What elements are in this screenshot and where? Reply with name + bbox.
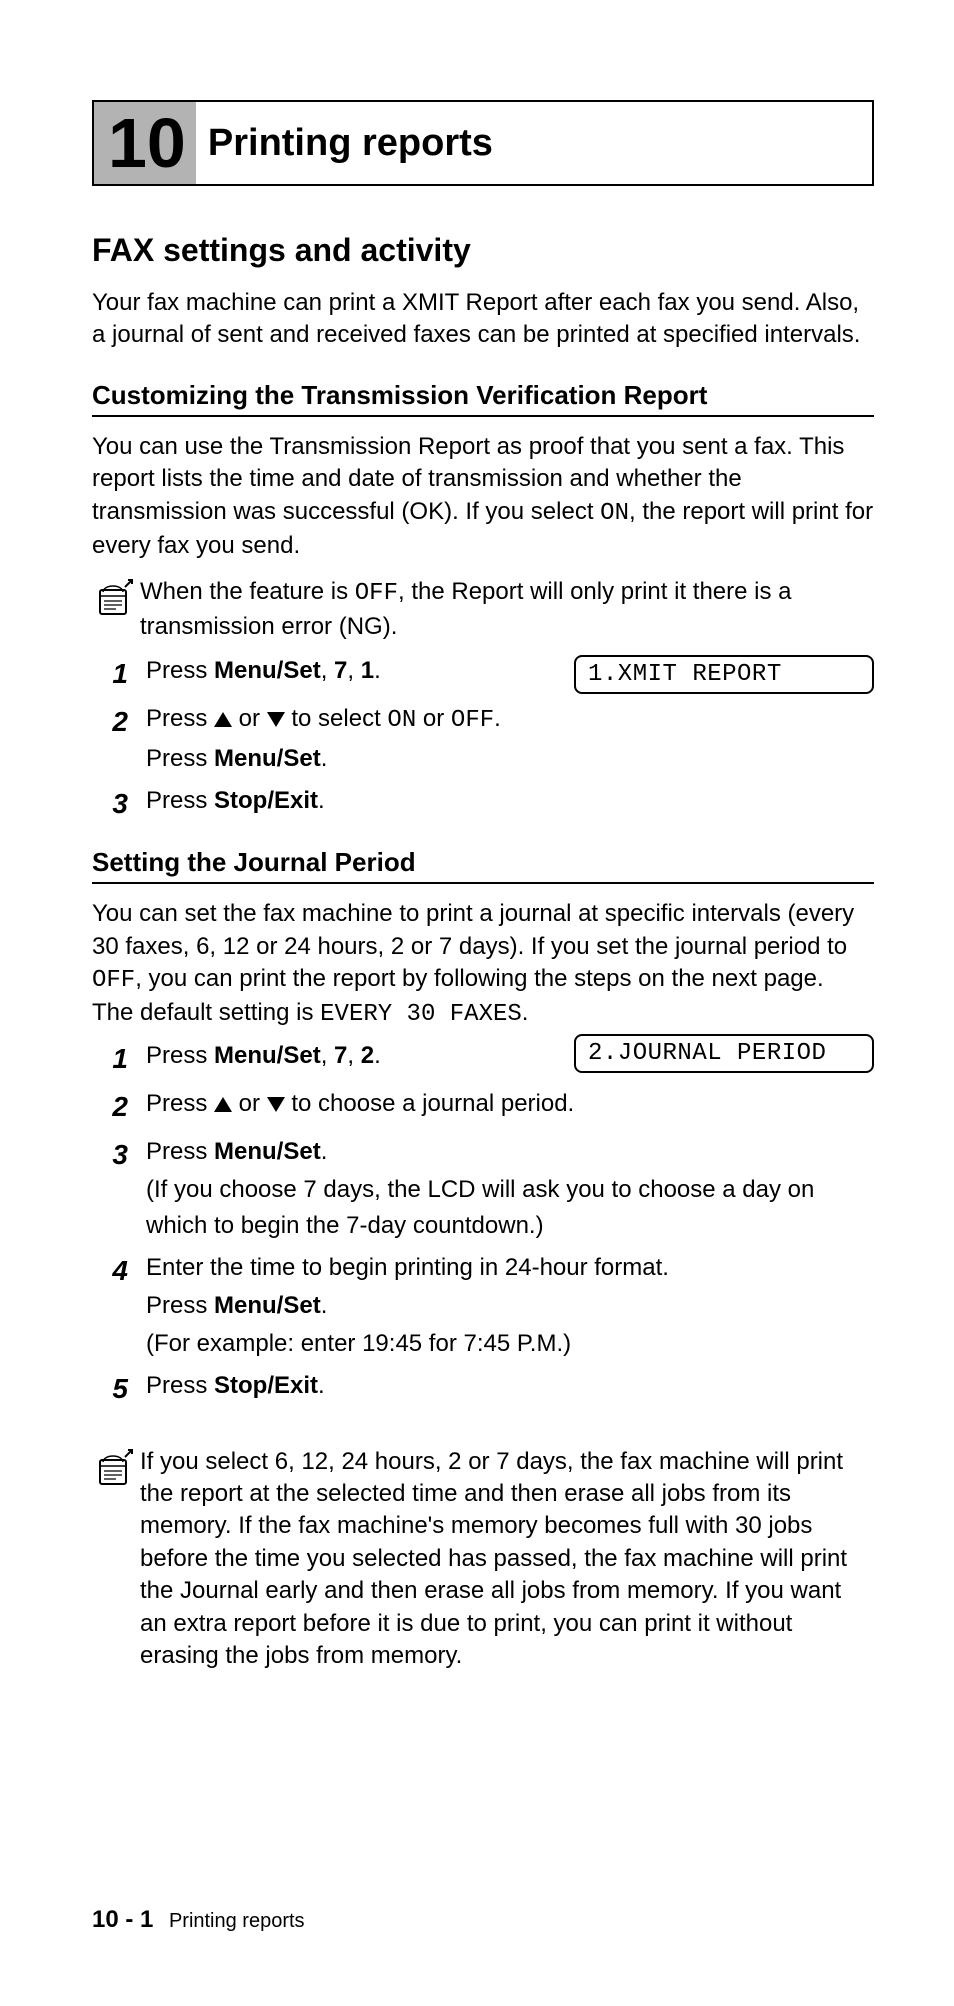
arrow-up-icon	[214, 1097, 232, 1112]
section-heading: FAX settings and activity	[92, 232, 874, 269]
key-7: 7	[334, 1042, 347, 1069]
arrow-down-icon	[267, 712, 285, 727]
text: Press	[146, 1372, 214, 1399]
page-footer: 10 - 1 Printing reports	[92, 1906, 305, 1934]
text: ,	[347, 657, 360, 684]
footer-title: Printing reports	[169, 1910, 305, 1932]
key-stop-exit: Stop/Exit	[214, 787, 318, 814]
steps-journal: Press Menu/Set, 7, 2. Press or to choose…	[100, 1038, 874, 1410]
arrow-down-icon	[267, 1097, 285, 1112]
key-menu-set: Menu/Set	[214, 657, 321, 684]
step: Enter the time to begin printing in 24-h…	[100, 1250, 874, 1362]
note-row: When the feature is OFF, the Report will…	[92, 576, 874, 643]
chapter-title: Printing reports	[196, 102, 505, 184]
text: to select	[285, 705, 388, 732]
text: .	[321, 1138, 328, 1165]
note-icon	[92, 1448, 134, 1495]
text: or	[232, 1090, 267, 1117]
key-menu-set: Menu/Set	[214, 1138, 321, 1165]
text: Press	[146, 787, 214, 814]
text: ,	[347, 1042, 360, 1069]
key-menu-set: Menu/Set	[214, 745, 321, 772]
text: Press	[146, 705, 214, 732]
text: Press	[146, 1042, 214, 1069]
page-number: 10 - 1	[92, 1906, 153, 1933]
text: Enter the time to begin printing in 24-h…	[146, 1254, 669, 1281]
chapter-number: 10	[94, 102, 196, 184]
subsection-heading-xmit: Customizing the Transmission Verificatio…	[92, 380, 874, 417]
text: .	[494, 705, 501, 732]
text-mono-off: OFF	[451, 707, 494, 734]
section-intro: Your fax machine can print a XMIT Report…	[92, 287, 874, 352]
text: You can set the fax machine to print a j…	[92, 900, 854, 959]
text: .	[321, 1292, 328, 1319]
text-mono-on: ON	[600, 500, 629, 527]
key-7: 7	[334, 657, 347, 684]
text-mono-on: ON	[387, 707, 416, 734]
arrow-up-icon	[214, 712, 232, 727]
text: Press	[146, 1292, 214, 1319]
subsection-heading-journal: Setting the Journal Period	[92, 847, 874, 884]
text: .	[318, 787, 325, 814]
text: to choose a journal period.	[285, 1090, 575, 1117]
text: When the feature is	[140, 578, 355, 605]
subsection-xmit-paragraph: You can use the Transmission Report as p…	[92, 431, 874, 563]
key-2: 2	[361, 1042, 374, 1069]
step: Press or to select ON or OFF. Press Menu…	[100, 701, 556, 777]
text: .	[321, 745, 328, 772]
text: ,	[321, 1042, 334, 1069]
lcd-text: 2.JOURNAL PERIOD	[574, 1034, 874, 1073]
text: or	[416, 705, 451, 732]
text: , you can print the report by following …	[135, 965, 823, 992]
text: .	[318, 1372, 325, 1399]
chapter-header: 10 Printing reports	[92, 100, 874, 186]
key-menu-set: Menu/Set	[214, 1042, 321, 1069]
lcd-display-journal: 2.JOURNAL PERIOD	[574, 1034, 874, 1073]
text: or	[232, 705, 267, 732]
text-mono-off: OFF	[92, 967, 135, 994]
step: Press or to choose a journal period.	[100, 1086, 874, 1128]
text: Press	[146, 1090, 214, 1117]
note-icon	[92, 578, 134, 625]
text: Press	[146, 1138, 214, 1165]
note-text: When the feature is OFF, the Report will…	[140, 576, 874, 643]
note-row: If you select 6, 12, 24 hours, 2 or 7 da…	[92, 1446, 874, 1673]
step: Press Menu/Set. (If you choose 7 days, t…	[100, 1134, 874, 1244]
text-mono-off: OFF	[355, 580, 398, 607]
step: Press Menu/Set, 7, 1.	[100, 653, 556, 695]
step: Press Stop/Exit.	[100, 1368, 874, 1410]
text: The default setting is	[92, 999, 320, 1026]
text: Press	[146, 745, 214, 772]
text: (For example: enter 19:45 for 7:45 P.M.)	[146, 1326, 874, 1362]
key-menu-set: Menu/Set	[214, 1292, 321, 1319]
text: .	[374, 657, 381, 684]
step: Press Menu/Set, 7, 2.	[100, 1038, 556, 1080]
step: Press Stop/Exit.	[100, 783, 874, 825]
lcd-text: 1.XMIT REPORT	[574, 655, 874, 694]
lcd-display-xmit: 1.XMIT REPORT	[574, 655, 874, 694]
key-1: 1	[361, 657, 374, 684]
text: .	[374, 1042, 381, 1069]
text: .	[522, 999, 529, 1026]
text-mono-default: EVERY 30 FAXES	[320, 1001, 522, 1028]
key-stop-exit: Stop/Exit	[214, 1372, 318, 1399]
text: (If you choose 7 days, the LCD will ask …	[146, 1172, 874, 1244]
note-text: If you select 6, 12, 24 hours, 2 or 7 da…	[140, 1446, 874, 1673]
text: ,	[321, 657, 334, 684]
text: Press	[146, 657, 214, 684]
subsection-journal-paragraph: You can set the fax machine to print a j…	[92, 898, 874, 1032]
